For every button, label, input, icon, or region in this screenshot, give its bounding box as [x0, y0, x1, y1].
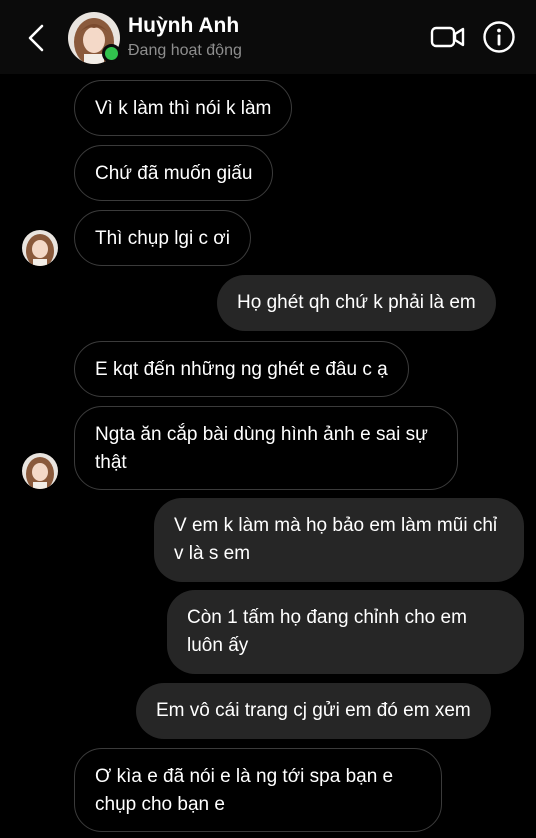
active-status: Đang hoạt động — [128, 42, 242, 59]
message-bubble-incoming[interactable]: Ngta ăn cắp bài dùng hình ảnh e sai sự t… — [74, 406, 458, 490]
message-bubble-outgoing[interactable]: Họ ghét qh chứ k phải là em — [217, 275, 496, 331]
info-icon[interactable] — [482, 20, 516, 54]
sender-avatar[interactable] — [22, 453, 58, 489]
message-bubble-incoming[interactable]: Ơ kìa e đã nói e là ng tới spa bạn e chụ… — [74, 748, 442, 832]
message-bubble-incoming[interactable]: Vì k làm thì nói k làm — [74, 80, 293, 136]
message-bubble-incoming[interactable]: Thì chụp lgi c ơi — [74, 210, 251, 266]
sender-avatar[interactable] — [22, 230, 58, 266]
message-bubble-incoming[interactable]: Chứ đã muốn giấu — [74, 145, 274, 201]
online-status-dot — [102, 44, 121, 63]
message-bubble-incoming[interactable]: E kqt đến những ng ghét e đâu c ạ — [74, 341, 409, 397]
message-bubble-outgoing[interactable]: Em vô cái trang cj gửi em đó em xem — [136, 683, 491, 739]
chat-header: Huỳnh Anh Đang hoạt động — [0, 0, 536, 74]
message-bubble-outgoing[interactable]: Còn 1 tấm họ đang chỉnh cho em luôn ấy — [167, 590, 524, 674]
chevron-left-icon[interactable] — [24, 22, 52, 54]
message-bubble-outgoing[interactable]: V em k làm mà họ bảo em làm mũi chỉ v là… — [154, 498, 524, 582]
video-call-icon[interactable] — [430, 22, 466, 52]
contact-name[interactable]: Huỳnh Anh — [128, 14, 239, 38]
